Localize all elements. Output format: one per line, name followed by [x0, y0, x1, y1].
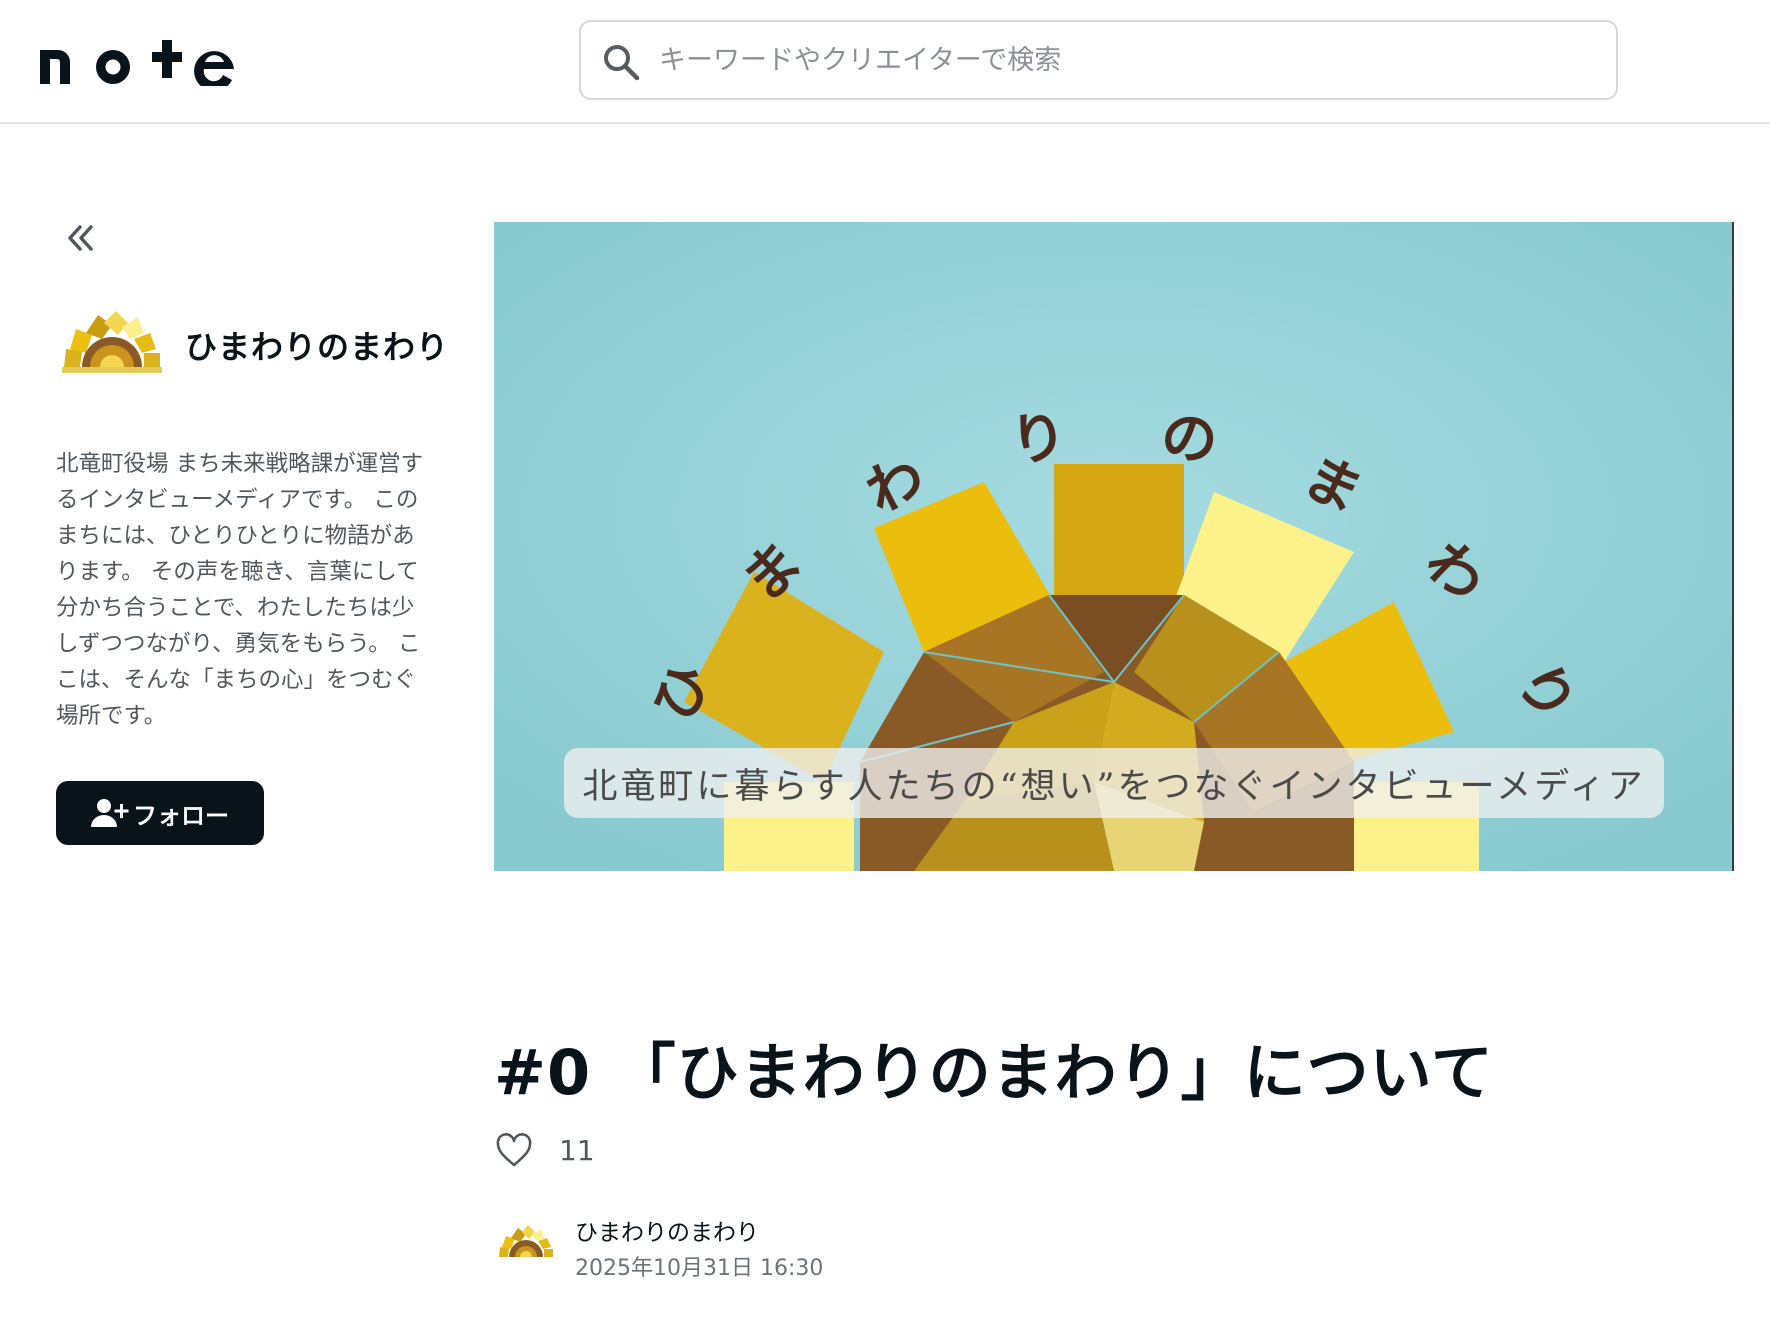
hero-image: ひまわりのまわり 北竜町に暮らす人たちの“想い”をつなぐインタビューメディア	[494, 222, 1734, 871]
search-input[interactable]	[659, 38, 1579, 82]
heart-icon[interactable]	[496, 1133, 532, 1169]
author-name[interactable]: ひまわりのまわり	[575, 1213, 759, 1247]
note-logo[interactable]	[38, 36, 238, 86]
creator-avatar[interactable]	[62, 307, 162, 375]
creator-name[interactable]: ひまわりのまわり	[185, 322, 449, 368]
follow-label: フォロー	[133, 801, 229, 830]
follow-button[interactable]: フォロー	[56, 781, 264, 845]
site-header	[0, 0, 1770, 124]
author-avatar[interactable]	[498, 1221, 554, 1261]
collapse-left-icon[interactable]	[62, 220, 98, 256]
creator-description: 北竜町役場 まち未来戦略課が運営するインタビューメディアです。 このまちには、ひ…	[56, 451, 424, 729]
hero-tagline: 北竜町に暮らす人たちの“想い”をつなぐインタビューメディア	[564, 748, 1664, 818]
hero-title-char: り	[1006, 402, 1071, 476]
article-title: #0 「ひまわりのまわり」について	[494, 1036, 1494, 1109]
publish-date: 2025年10月31日 16:30	[575, 1256, 824, 1281]
search-box[interactable]	[579, 20, 1618, 100]
hero-title-char: の	[1157, 402, 1222, 476]
search-icon	[604, 45, 640, 81]
user-plus-icon	[91, 799, 129, 827]
like-count: 11	[559, 1134, 595, 1167]
